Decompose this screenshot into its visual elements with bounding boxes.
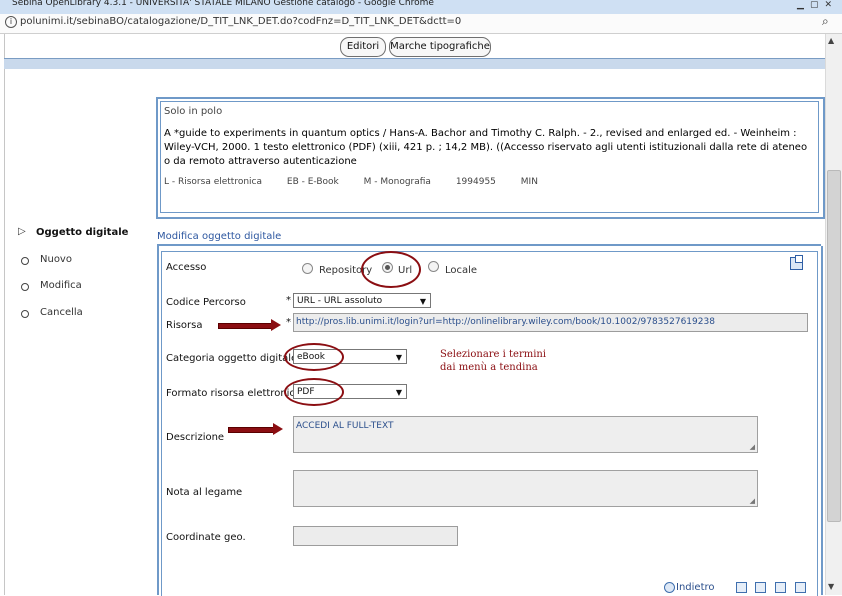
expand-triangle-icon: ▷ xyxy=(18,226,26,237)
prev-page-icon[interactable] xyxy=(755,582,766,593)
pointer-arrow-shaft xyxy=(228,427,274,433)
nota-legame-textarea[interactable]: ◢ xyxy=(293,470,758,507)
scroll-down-icon[interactable]: ▼ xyxy=(828,582,834,591)
next-page-icon[interactable] xyxy=(775,582,786,593)
codice-percorso-select[interactable]: URL - URL assoluto ▼ xyxy=(293,293,431,308)
risorsa-label: Risorsa xyxy=(166,320,203,331)
form-title: Modifica oggetto digitale xyxy=(157,231,282,242)
first-page-icon[interactable] xyxy=(736,582,747,593)
resize-grip-icon[interactable]: ◢ xyxy=(750,497,755,505)
descrizione-label: Descrizione xyxy=(166,432,225,443)
meta-codice: MIN xyxy=(520,177,538,187)
sidebar-heading: Oggetto digitale xyxy=(36,227,129,238)
required-mark: * xyxy=(286,317,291,328)
magnifier-icon[interactable]: ⌕ xyxy=(822,14,829,29)
window-title: Sebina OpenLibrary 4.3.1 - UNIVERSITA' S… xyxy=(12,0,434,8)
meta-tipo: L - Risorsa elettronica xyxy=(164,177,263,187)
sidebar-item-nuovo[interactable]: Nuovo xyxy=(40,254,72,265)
radio-repository[interactable] xyxy=(302,263,313,274)
sidebar-item-cancella[interactable]: Cancella xyxy=(40,307,83,318)
radio-locale-label: Locale xyxy=(445,265,478,276)
record-summary-title: Solo in polo xyxy=(164,106,223,117)
window-controls[interactable]: ▁▢✕ xyxy=(797,0,838,10)
coordinate-input[interactable] xyxy=(293,526,458,546)
meta-id: 1994955 xyxy=(455,177,496,187)
codice-percorso-label: Codice Percorso xyxy=(166,297,246,308)
url-text[interactable]: polunimi.it/sebinaBO/catalogazione/D_TIT… xyxy=(20,16,461,27)
descrizione-textarea[interactable]: ACCEDI AL FULL-TEXT ◢ xyxy=(293,416,758,453)
dropdown-arrow-icon: ▼ xyxy=(395,388,402,397)
external-link-icon[interactable] xyxy=(790,255,803,270)
annotation-note-line1: Selezionare i termini xyxy=(440,349,547,360)
window-titlebar: Sebina OpenLibrary 4.3.1 - UNIVERSITA' S… xyxy=(0,0,842,15)
radio-locale[interactable] xyxy=(428,261,439,272)
back-icon[interactable] xyxy=(664,582,675,593)
nota-legame-label: Nota al legame xyxy=(166,487,243,498)
annotation-note-line2: dai menù a tendina xyxy=(440,362,538,373)
highlight-ellipse-categoria xyxy=(284,343,344,371)
bullet-icon xyxy=(21,310,29,318)
risorsa-input[interactable]: http://pros.lib.unimi.it/login?url=http:… xyxy=(293,313,808,332)
formato-label: Formato risorsa elettronica xyxy=(166,388,302,399)
coordinate-label: Coordinate geo. xyxy=(166,532,246,543)
required-mark: * xyxy=(286,295,291,306)
record-meta: L - Risorsa elettronica EB - E-Book M - … xyxy=(164,177,560,187)
tab-marche-tipografiche[interactable]: Marche tipografiche xyxy=(389,37,491,57)
highlight-ellipse-formato xyxy=(284,378,344,406)
pointer-arrow-shaft xyxy=(218,323,272,329)
bullet-icon xyxy=(21,257,29,265)
scrollbar-thumb[interactable] xyxy=(827,170,841,522)
dropdown-arrow-icon: ▼ xyxy=(395,353,402,362)
back-link[interactable]: Indietro xyxy=(676,582,715,593)
record-description: A *guide to experiments in quantum optic… xyxy=(164,128,808,167)
descrizione-value: ACCEDI AL FULL-TEXT xyxy=(296,421,394,431)
pointer-arrow-icon xyxy=(271,319,281,331)
annotation-note: Selezionare i termini dai menù a tendina xyxy=(440,348,546,374)
meta-livello: M - Monografia xyxy=(363,177,431,187)
dropdown-arrow-icon: ▼ xyxy=(419,297,426,306)
categoria-label: Categoria oggetto digitale xyxy=(166,353,298,364)
top-band xyxy=(4,58,825,69)
scroll-up-icon[interactable]: ▲ xyxy=(828,36,834,45)
bullet-icon xyxy=(21,283,29,291)
codice-percorso-value: URL - URL assoluto xyxy=(297,296,383,306)
highlight-ellipse-url xyxy=(361,251,421,288)
tab-editori[interactable]: Editori xyxy=(340,37,386,57)
pointer-arrow-icon xyxy=(273,423,283,435)
sidebar-item-modifica[interactable]: Modifica xyxy=(40,280,82,291)
accesso-label: Accesso xyxy=(166,262,207,273)
last-page-icon[interactable] xyxy=(795,582,806,593)
meta-natura: EB - E-Book xyxy=(286,177,339,187)
resize-grip-icon[interactable]: ◢ xyxy=(750,443,755,451)
info-icon[interactable]: i xyxy=(5,16,17,28)
